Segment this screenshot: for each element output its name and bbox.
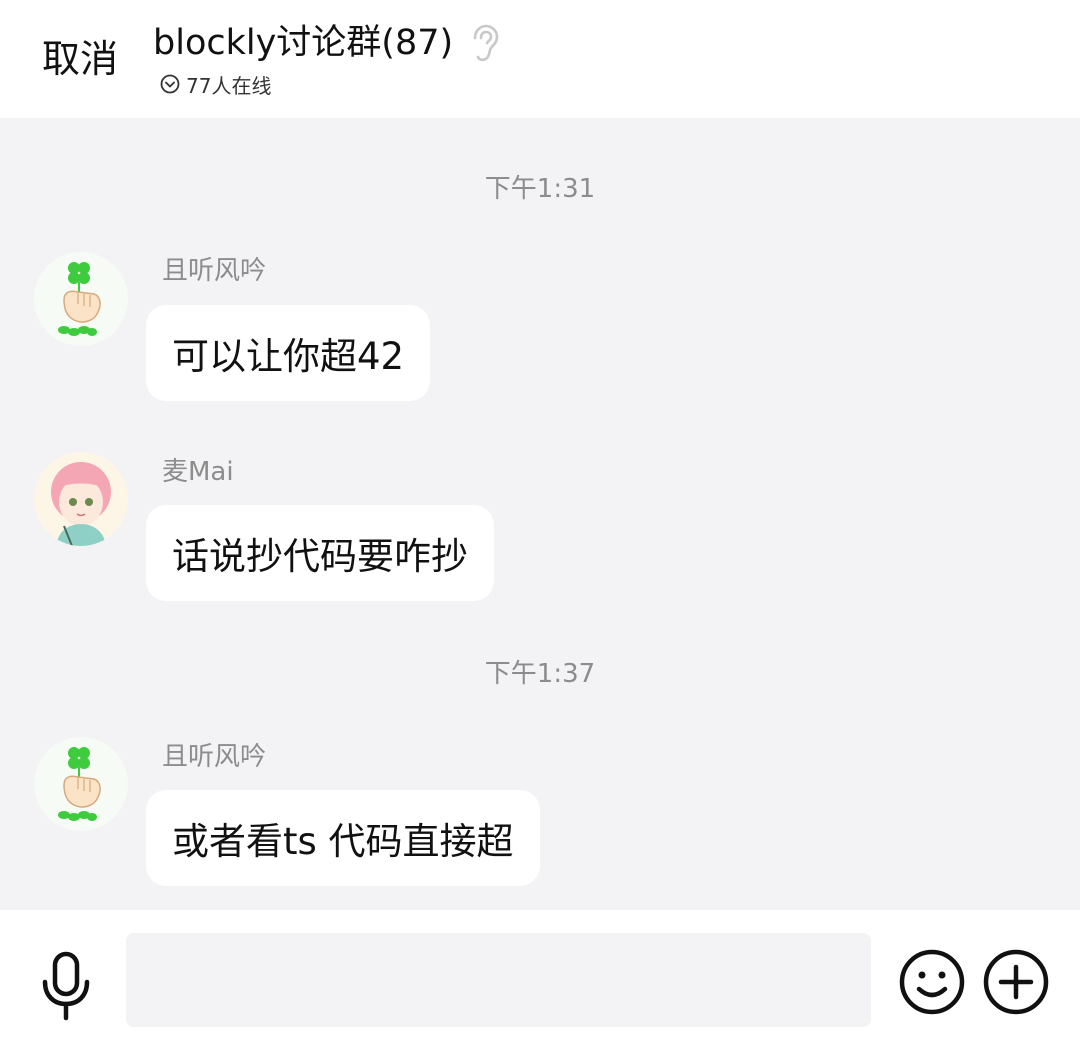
- sender-name[interactable]: 且听风吟: [162, 250, 266, 287]
- message-bubble[interactable]: 或者看ts 代码直接超: [146, 790, 540, 886]
- chat-header: 取消 blockly讨论群(87) 77人在线: [0, 0, 1080, 118]
- ear-icon[interactable]: [469, 24, 499, 62]
- sender-name[interactable]: 且听风吟: [162, 736, 266, 773]
- clover-hand-avatar[interactable]: [34, 737, 128, 831]
- cancel-button[interactable]: 取消: [42, 34, 118, 84]
- online-status[interactable]: 77人在线: [160, 70, 271, 98]
- timestamp: 下午1:37: [484, 659, 596, 689]
- message-bubble[interactable]: 话说抄代码要咋抄: [146, 505, 494, 601]
- chat-screen: 取消 blockly讨论群(87) 77人在线 下午1:31 且听风吟 可以让你…: [0, 0, 1080, 1050]
- microphone-icon[interactable]: [36, 950, 96, 1026]
- online-count: 77人在线: [186, 73, 272, 98]
- timestamp: 下午1:31: [484, 174, 596, 204]
- chevron-circle-down-icon: [160, 74, 180, 94]
- title-row[interactable]: blockly讨论群(87): [153, 18, 499, 68]
- message-bubble[interactable]: 可以让你超42: [146, 305, 431, 401]
- sender-name[interactable]: 麦Mai: [162, 451, 234, 488]
- smiley-icon[interactable]: [898, 948, 966, 1016]
- message-input[interactable]: [126, 933, 871, 1027]
- group-title: blockly讨论群(87): [153, 23, 454, 63]
- message-list[interactable]: 下午1:31 且听风吟 可以让你超42 麦Mai 话说抄代码要咋抄 下午1:37…: [0, 118, 1080, 910]
- plus-circle-icon[interactable]: [982, 948, 1050, 1016]
- clover-hand-avatar[interactable]: [34, 252, 128, 346]
- anime-girl-avatar[interactable]: [34, 452, 128, 546]
- input-bar: [0, 910, 1080, 1050]
